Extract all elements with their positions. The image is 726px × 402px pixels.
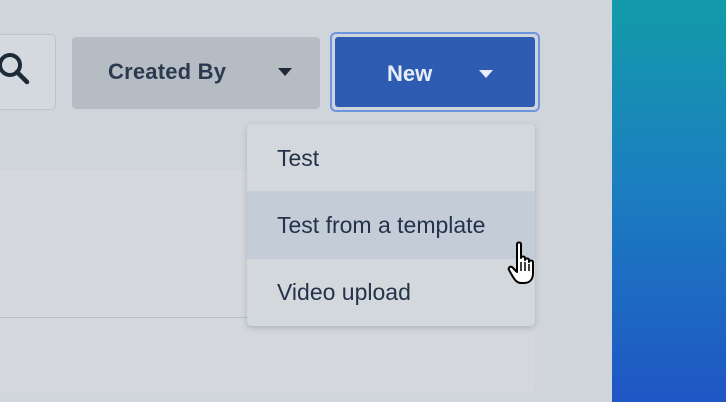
new-button-body[interactable]: New	[335, 37, 535, 107]
menu-item-test-from-template[interactable]: Test from a template	[247, 191, 535, 259]
chevron-down-icon	[479, 70, 493, 78]
search-icon	[0, 53, 30, 85]
side-gradient-panel	[612, 0, 726, 402]
new-dropdown-menu: Test Test from a template Video upload	[247, 124, 535, 326]
content-divider	[0, 317, 260, 318]
created-by-filter-button[interactable]: Created By	[72, 37, 320, 109]
search-button[interactable]	[0, 34, 56, 110]
menu-item-video-upload[interactable]: Video upload	[247, 258, 535, 326]
menu-item-test[interactable]: Test	[247, 124, 535, 192]
app-screen: Created By New Test Test from a template…	[0, 0, 726, 402]
chevron-down-icon	[278, 68, 292, 76]
new-button-label: New	[387, 61, 433, 86]
pointer-hand-icon	[507, 241, 534, 284]
created-by-label: Created By	[108, 59, 227, 84]
new-button[interactable]: New	[330, 32, 540, 112]
